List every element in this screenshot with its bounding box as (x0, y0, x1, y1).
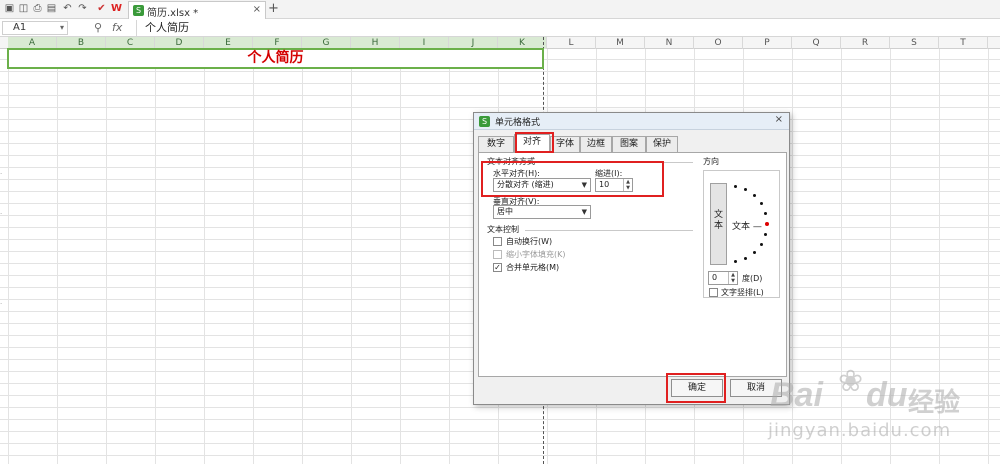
orientation-box: 文 本 文本 — 0 ▲ ▼ 度(D) 文字竖排(L) (703, 170, 780, 298)
row-marker: · (0, 300, 3, 308)
paw-icon: ❀ (838, 364, 864, 399)
dialog-title: 单元格格式 (495, 118, 541, 128)
vertical-text-button[interactable]: 文 本 (710, 183, 727, 265)
wrap-text-label: 自动换行(W) (506, 237, 553, 246)
row-marker: · (0, 170, 3, 178)
row-marker: · (0, 210, 3, 218)
wrap-text-checkbox[interactable] (493, 237, 502, 246)
document-tab[interactable]: S 简历.xlsx * × (128, 1, 266, 19)
divider (525, 230, 693, 231)
format-painter-icon[interactable]: ✔ (96, 3, 107, 14)
vertical-alignment-select[interactable]: 居中 ▼ (493, 205, 591, 219)
spreadsheet-file-icon: S (133, 5, 144, 16)
shrink-to-fit-label: 缩小字体填充(K) (506, 250, 566, 259)
document-tab-label: 简历.xlsx * (147, 8, 199, 19)
text-control-section-title: 文本控制 (487, 225, 519, 234)
tab-pattern[interactable]: 图案 (612, 136, 646, 152)
print-preview-icon[interactable]: ◫ (18, 3, 29, 14)
print-icon[interactable]: ⎙ (32, 3, 43, 14)
watermark-brand-2: du (866, 376, 908, 414)
dial-tick (744, 257, 747, 260)
vertical-text-char: 文 (713, 210, 723, 220)
column-header-l[interactable]: L (547, 37, 596, 49)
degree-value: 0 (712, 273, 718, 282)
format-cells-dialog: S 单元格格式 × 数字 对齐 字体 边框 图案 保护 文本对齐方式 水平对齐(… (473, 112, 790, 405)
new-tab-button[interactable]: + (268, 1, 279, 16)
highlight-ok-button (666, 373, 726, 403)
column-header-r[interactable]: R (841, 37, 890, 49)
vertical-text-char: 本 (713, 221, 723, 231)
column-header-s[interactable]: S (890, 37, 939, 49)
dial-tick (734, 185, 737, 188)
redo-icon[interactable]: ↷ (77, 3, 88, 14)
column-header-t[interactable]: T (939, 37, 988, 49)
wps-icon[interactable]: W (111, 3, 122, 14)
vertical-stack-checkbox[interactable] (709, 288, 718, 297)
dial-tick (760, 243, 763, 246)
dial-tick (734, 260, 737, 263)
merge-cells-checkbox[interactable]: ✓ (493, 263, 502, 272)
highlight-horizontal-indent (481, 161, 664, 197)
tab-font[interactable]: 字体 (550, 136, 580, 152)
tab-border[interactable]: 边框 (580, 136, 612, 152)
dial-tick (764, 212, 767, 215)
column-header-p[interactable]: P (743, 37, 792, 49)
column-header-q[interactable]: Q (792, 37, 841, 49)
zoom-search-icon[interactable]: ⚲ (94, 21, 102, 34)
save-icon[interactable]: ▣ (4, 3, 15, 14)
dial-text: 文本 — (732, 222, 762, 232)
tab-number[interactable]: 数字 (478, 136, 514, 152)
watermark-sub: 经验 (908, 388, 961, 418)
watermark-brand: Bai (770, 376, 823, 414)
dial-tick (760, 202, 763, 205)
cell-reference: A1 (13, 22, 27, 33)
vertical-alignment-value: 居中 (497, 207, 513, 216)
orientation-section-title: 方向 (703, 157, 719, 166)
undo-icon[interactable]: ↶ (62, 3, 73, 14)
dial-pointer (765, 222, 769, 226)
merge-cells-label: 合并单元格(M) (506, 263, 560, 272)
dial-tick (753, 251, 756, 254)
spreadsheet-app-icon: S (479, 116, 490, 127)
watermark-url: jingyan.baidu.com (768, 420, 952, 441)
vertical-stack-label: 文字竖排(L) (721, 288, 764, 297)
close-icon[interactable]: × (775, 114, 783, 125)
orientation-dial[interactable]: 文本 — (732, 183, 779, 265)
formula-bar: A1 ▾ ⚲ fx 个人简历 (0, 19, 1000, 37)
name-box[interactable]: A1 ▾ (2, 21, 68, 35)
close-tab-icon[interactable]: × (253, 4, 261, 15)
column-header-m[interactable]: M (596, 37, 645, 49)
merged-title-cell[interactable]: 个人简历 (7, 48, 544, 69)
degree-stepper[interactable]: 0 ▲ ▼ (708, 271, 738, 285)
degree-label: 度(D) (742, 274, 763, 283)
dialog-title-bar[interactable]: S 单元格格式 × (474, 113, 789, 130)
title-bar: ▣ ◫ ⎙ ▤ ↶ ↷ ✔ W S 简历.xlsx * × + (0, 0, 1000, 19)
shrink-to-fit-checkbox[interactable] (493, 250, 502, 259)
dial-tick (744, 188, 747, 191)
column-header-n[interactable]: N (645, 37, 694, 49)
tab-protection[interactable]: 保护 (646, 136, 678, 152)
chevron-down-icon[interactable]: ▾ (60, 22, 64, 34)
dial-tick (753, 194, 756, 197)
chevron-down-icon: ▼ (581, 208, 587, 216)
dial-tick (764, 233, 767, 236)
highlight-alignment-tab (515, 132, 554, 153)
formula-input[interactable]: 个人简历 (136, 20, 996, 36)
stepper-arrows-icon[interactable]: ▲ ▼ (728, 272, 737, 284)
fx-icon[interactable]: fx (112, 21, 122, 34)
column-header-o[interactable]: O (694, 37, 743, 49)
export-icon[interactable]: ▤ (46, 3, 57, 14)
